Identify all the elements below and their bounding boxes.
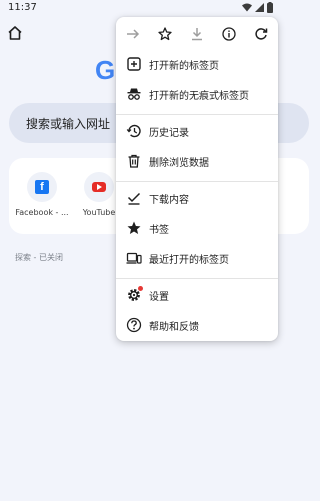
status-time: 11:37 <box>8 2 37 13</box>
youtube-icon <box>92 182 106 192</box>
menu-item-bookmarks[interactable]: 书签 <box>116 213 278 243</box>
menu-item-settings[interactable]: 设置 <box>116 280 278 310</box>
menu-item-downloads[interactable]: 下载内容 <box>116 183 278 213</box>
settings-icon-wrapper <box>126 286 143 303</box>
menu-item-label: 打开新的无痕式标签页 <box>149 91 249 102</box>
wifi-icon <box>242 3 252 12</box>
download-button[interactable] <box>188 25 206 43</box>
info-icon <box>222 27 236 41</box>
menu-item-new-tab[interactable]: 打开新的标签页 <box>116 49 278 79</box>
refresh-button[interactable] <box>252 25 270 43</box>
history-icon <box>126 124 141 138</box>
home-button[interactable] <box>6 24 24 42</box>
shortcut-icon-container: f <box>27 172 57 202</box>
menu-item-recent-tabs[interactable]: 最近打开的标签页 <box>116 243 278 273</box>
menu-item-label: 最近打开的标签页 <box>149 255 229 266</box>
shortcut-label: Facebook - ... <box>15 208 69 217</box>
bookmark-star-button[interactable] <box>156 25 174 43</box>
menu-item-incognito[interactable]: 打开新的无痕式标签页 <box>116 79 278 109</box>
shortcut-icon-container <box>84 172 114 202</box>
recent-tabs-icon <box>126 252 142 264</box>
new-tab-icon <box>127 57 141 71</box>
search-placeholder: 搜索或输入网址 <box>26 117 111 131</box>
trash-icon <box>128 154 140 168</box>
facebook-icon: f <box>35 180 49 194</box>
menu-item-label: 打开新的标签页 <box>149 61 219 72</box>
menu-item-label: 历史记录 <box>149 128 189 139</box>
menu-item-history[interactable]: 历史记录 <box>116 116 278 146</box>
browser-screen: 11:37 G 搜索或输入网址 f Facebook - ... YouTube… <box>0 0 309 501</box>
forward-button[interactable] <box>124 25 142 43</box>
status-bar: 11:37 <box>0 0 281 16</box>
status-icons <box>242 2 273 13</box>
menu-divider <box>116 278 278 279</box>
menu-item-label: 帮助和反馈 <box>149 322 199 333</box>
menu-item-label: 书签 <box>149 225 169 236</box>
incognito-icon <box>127 88 141 100</box>
shortcut-facebook[interactable]: f Facebook - ... <box>12 172 72 217</box>
bookmarks-icon <box>127 221 141 234</box>
bookmark-star-icon <box>158 27 172 41</box>
menu-divider <box>116 181 278 182</box>
menu-item-help-feedback[interactable]: 帮助和反馈 <box>116 310 278 340</box>
home-icon <box>8 26 22 40</box>
menu-divider <box>116 114 278 115</box>
menu-item-label: 设置 <box>149 292 169 303</box>
download-icon <box>192 28 202 41</box>
notification-dot-icon <box>138 286 143 291</box>
menu-item-label: 删除浏览数据 <box>149 158 209 169</box>
google-logo: G <box>95 55 116 85</box>
battery-icon <box>267 2 273 13</box>
menu-item-clear-browsing-data[interactable]: 删除浏览数据 <box>116 146 278 176</box>
downloads-icon <box>127 192 141 205</box>
refresh-icon <box>255 28 268 40</box>
page-info-button[interactable] <box>220 25 238 43</box>
menu-toolbar <box>116 17 278 51</box>
overflow-menu: 打开新的标签页 打开新的无痕式标签页 历史记录 删除浏览数据 下载内容 书签 最… <box>116 17 278 341</box>
menu-item-label: 下载内容 <box>149 195 189 206</box>
signal-icon <box>255 3 264 12</box>
forward-icon <box>127 29 140 39</box>
discover-status-label: 探索 - 已关闭 <box>15 253 63 262</box>
help-icon <box>126 317 142 333</box>
